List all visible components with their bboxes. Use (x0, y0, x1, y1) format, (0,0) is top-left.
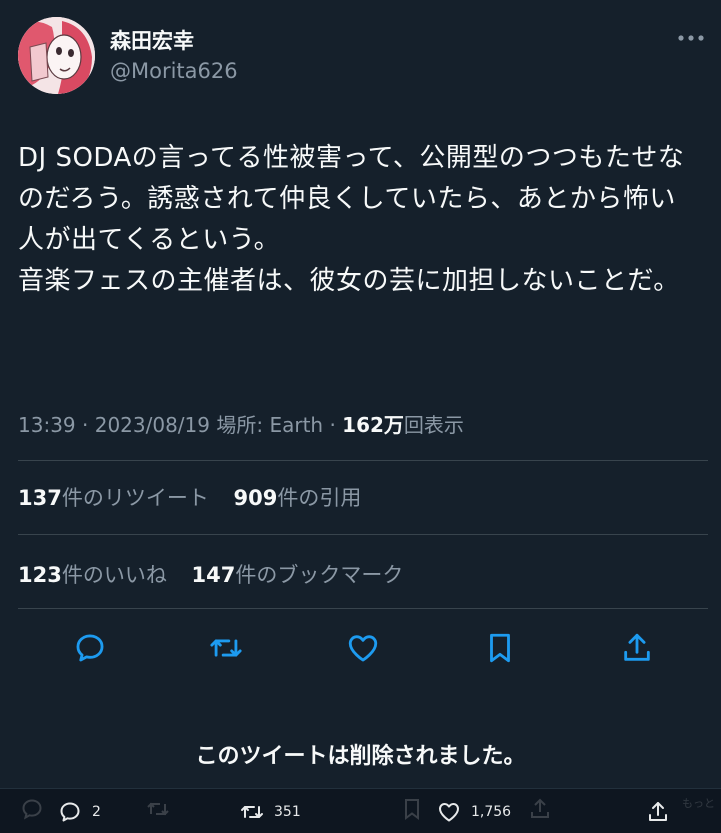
faint-share-icon (528, 797, 552, 825)
retweets-count: 137 (18, 486, 62, 510)
views-label: 回表示 (403, 413, 464, 437)
avatar-illustration (18, 17, 95, 94)
meta-separator: · (75, 413, 95, 437)
retweet-count: 351 (274, 804, 301, 820)
quotes-stat[interactable]: 909件の引用 (234, 482, 362, 512)
share-button[interactable] (615, 626, 659, 670)
tweet-actions (18, 626, 708, 670)
retweet-button[interactable] (204, 626, 248, 670)
meta-separator: · (323, 413, 343, 437)
stats-row-reactions: 123件のいいね 147件のブックマーク (18, 559, 421, 589)
bookmark-button[interactable] (478, 626, 522, 670)
like-icon (348, 635, 378, 662)
divider (18, 608, 708, 609)
reply-icon (76, 634, 104, 662)
bottom-share-button[interactable] (646, 799, 670, 825)
deleted-tweet-notice: このツイートは削除されました。 (195, 744, 526, 769)
reply-count: 2 (92, 804, 101, 820)
like-button[interactable] (341, 626, 385, 670)
embedded-tweet-action-bar: 2 351 1,756 もっと (0, 788, 721, 833)
faint-reply-icon (20, 797, 44, 825)
tweet-date[interactable]: 2023/08/19 (95, 413, 210, 437)
views-count: 162万 (342, 413, 404, 437)
quotes-label: 件の引用 (277, 486, 362, 510)
reply-icon (60, 802, 80, 822)
faint-retweet-icon (146, 797, 170, 825)
quotes-count: 909 (233, 486, 278, 510)
likes-label: 件のいいね (61, 563, 167, 587)
avatar[interactable] (18, 17, 95, 94)
like-icon (439, 803, 459, 822)
likes-stat[interactable]: 123件のいいね (18, 559, 167, 589)
bottom-retweet-button[interactable]: 351 (240, 799, 301, 825)
share-icon (649, 802, 667, 821)
tweet-header: 森田宏幸 @Morita626 (18, 17, 708, 97)
bookmarks-count: 147 (191, 563, 236, 587)
faint-bookmark-icon (400, 797, 424, 825)
tweet-metadata: 13:39 · 2023/08/19 場所: Earth · 162万回表示 (18, 409, 464, 438)
retweet-icon (241, 806, 263, 818)
retweets-stat[interactable]: 137件のリツイート (18, 482, 209, 512)
retweets-label: 件のリツイート (61, 486, 209, 510)
bookmarks-label: 件のブックマーク (235, 563, 404, 587)
tweet-text: DJ SODAの言ってる性被害って、公開型のつつもたせなのだろう。誘惑されて仲良… (18, 143, 685, 296)
like-count: 1,756 (471, 804, 512, 820)
faint-overlay-text: もっと (682, 797, 715, 810)
user-handle[interactable]: @Morita626 (110, 59, 238, 83)
display-name[interactable]: 森田宏幸 (110, 25, 194, 55)
divider (18, 534, 708, 535)
tweet-location: 場所: Earth (216, 413, 324, 437)
share-icon (624, 633, 650, 661)
stats-row-shares: 137件のリツイート 909件の引用 (18, 482, 379, 512)
retweet-icon (210, 639, 242, 657)
bookmarks-stat[interactable]: 147件のブックマーク (192, 559, 404, 589)
more-dots-icon (678, 35, 704, 41)
bookmark-icon (490, 633, 510, 663)
bottom-reply-button[interactable]: 2 (58, 799, 101, 825)
divider (18, 460, 708, 461)
bottom-like-button[interactable]: 1,756 (437, 799, 511, 825)
tweet-time[interactable]: 13:39 (18, 413, 76, 437)
more-options-button[interactable] (674, 27, 708, 53)
reply-button[interactable] (68, 626, 112, 670)
likes-count: 123 (18, 563, 62, 587)
